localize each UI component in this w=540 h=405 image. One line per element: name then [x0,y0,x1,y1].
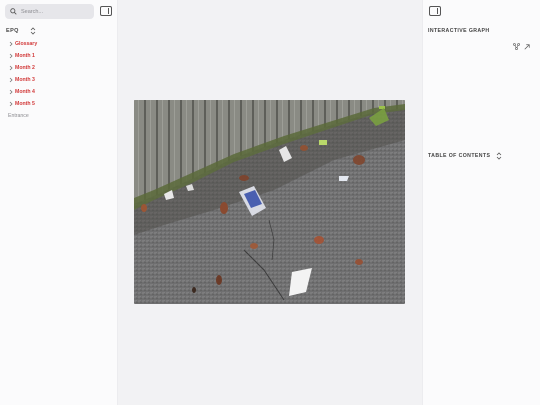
vault-name: EPQ [6,28,19,34]
tree-item-label: Month 5 [15,101,35,107]
chevron-right-icon [7,53,15,59]
search-input[interactable] [21,8,86,15]
tree-item-label: Glossary [15,41,38,47]
search-icon [10,8,17,15]
tree-item-entrance[interactable]: Entrance [7,110,115,122]
vault-header[interactable]: EPQ [6,27,36,35]
tree-item-label: Month 3 [15,77,35,83]
tree-item-label: Month 4 [15,89,35,95]
sort-icon[interactable] [496,152,502,160]
right-sidebar: INTERACTIVE GRAPH TABLE OF CONTENTS [422,0,540,405]
tree-item-month-4[interactable]: Month 4 [7,86,115,98]
tree-item-month-3[interactable]: Month 3 [7,74,115,86]
file-tree: Glossary Month 1 Month 2 Month 3 Month 4 [7,38,115,122]
chevron-right-icon [7,65,15,71]
left-sidebar: EPQ Glossary Month 1 Month 2 [0,0,118,405]
chevron-right-icon [7,101,15,107]
tree-item-month-1[interactable]: Month 1 [7,50,115,62]
tree-item-label: Month 2 [15,65,35,71]
graph-icon[interactable] [513,43,520,50]
sidebar-toggle-icon[interactable] [429,6,441,16]
expand-icon[interactable] [524,43,530,50]
tree-item-label: Entrance [8,113,29,119]
chevron-right-icon [7,89,15,95]
toc-title-text: TABLE OF CONTENTS [428,153,491,159]
photo-illustration [134,100,405,304]
sidebar-toggle-icon[interactable] [100,6,112,16]
tree-item-month-2[interactable]: Month 2 [7,62,115,74]
sort-icon[interactable] [30,27,36,35]
tree-item-glossary[interactable]: Glossary [7,38,115,50]
graph-toolbar [513,43,530,50]
tree-item-label: Month 1 [15,53,35,59]
toc-section-title: TABLE OF CONTENTS [428,152,502,160]
litter-photo [134,100,405,304]
search-box[interactable] [5,4,94,19]
chevron-right-icon [7,77,15,83]
chevron-right-icon [7,41,15,47]
graph-section-title: INTERACTIVE GRAPH [428,28,490,34]
tree-item-month-5[interactable]: Month 5 [7,98,115,110]
